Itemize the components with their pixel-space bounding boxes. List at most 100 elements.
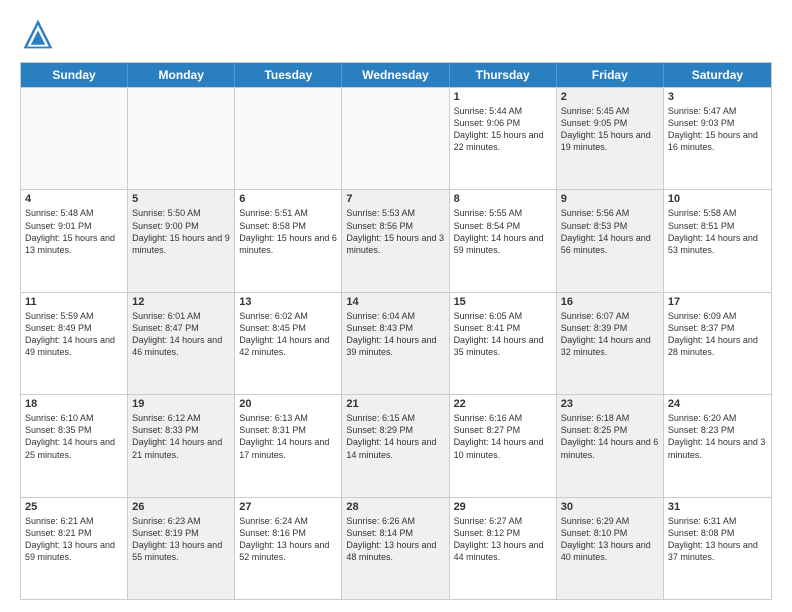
table-row: 2 Sunrise: 5:45 AM Sunset: 9:05 PM Daylig… <box>557 88 664 189</box>
table-row: 21 Sunrise: 6:15 AM Sunset: 8:29 PM Dayli… <box>342 395 449 496</box>
day-number: 4 <box>25 193 123 205</box>
table-row: 24Sunrise: 6:20 AM Sunset: 8:23 PM Dayli… <box>664 395 771 496</box>
calendar: Sunday Monday Tuesday Wednesday Thursday… <box>20 62 772 600</box>
table-row: 19 Sunrise: 6:12 AM Sunset: 8:33 PM Dayli… <box>128 395 235 496</box>
dow-monday: Monday <box>128 63 235 87</box>
cell-info: Sunrise: 6:01 AM Sunset: 8:47 PM Dayligh… <box>132 310 230 359</box>
day-number: 2 <box>561 91 659 103</box>
day-number: 29 <box>454 501 552 513</box>
day-number: 5 <box>132 193 230 205</box>
table-row: 12 Sunrise: 6:01 AM Sunset: 8:47 PM Dayli… <box>128 293 235 394</box>
table-row: 25 Sunrise: 6:21 AM Sunset: 8:21 PM Dayli… <box>21 498 128 599</box>
table-row: 1Sunrise: 5:44 AM Sunset: 9:06 PM Daylig… <box>450 88 557 189</box>
dow-friday: Friday <box>557 63 664 87</box>
table-row: 15 Sunrise: 6:05 AM Sunset: 8:41 PM Dayli… <box>450 293 557 394</box>
dow-wednesday: Wednesday <box>342 63 449 87</box>
cell-info: Sunrise: 5:55 AM Sunset: 8:54 PM Dayligh… <box>454 207 552 256</box>
cell-info: Sunrise: 5:59 AM Sunset: 8:49 PM Dayligh… <box>25 310 123 359</box>
day-number: 7 <box>346 193 444 205</box>
day-number: 17 <box>668 296 767 308</box>
day-number: 25 <box>25 501 123 513</box>
cell-info: Sunrise: 6:31 AM Sunset: 8:08 PM Dayligh… <box>668 515 767 564</box>
cell-info: Sunrise: 6:04 AM Sunset: 8:43 PM Dayligh… <box>346 310 444 359</box>
table-row: 9Sunrise: 5:56 AM Sunset: 8:53 PM Daylig… <box>557 190 664 291</box>
cell-info: Sunrise: 6:26 AM Sunset: 8:14 PM Dayligh… <box>346 515 444 564</box>
cell-info: Sunrise: 5:47 AM Sunset: 9:03 PM Dayligh… <box>668 105 767 154</box>
cell-info: Sunrise: 6:18 AM Sunset: 8:25 PM Dayligh… <box>561 412 659 461</box>
day-number: 26 <box>132 501 230 513</box>
table-row: 26Sunrise: 6:23 AM Sunset: 8:19 PM Dayli… <box>128 498 235 599</box>
day-number: 15 <box>454 296 552 308</box>
cell-info: Sunrise: 6:24 AM Sunset: 8:16 PM Dayligh… <box>239 515 337 564</box>
cell-info: Sunrise: 5:58 AM Sunset: 8:51 PM Dayligh… <box>668 207 767 256</box>
calendar-body: 1Sunrise: 5:44 AM Sunset: 9:06 PM Daylig… <box>21 87 771 599</box>
day-number: 22 <box>454 398 552 410</box>
cell-info: Sunrise: 6:09 AM Sunset: 8:37 PM Dayligh… <box>668 310 767 359</box>
table-row: 8 Sunrise: 5:55 AM Sunset: 8:54 PM Daylig… <box>450 190 557 291</box>
cell-info: Sunrise: 6:12 AM Sunset: 8:33 PM Dayligh… <box>132 412 230 461</box>
day-number: 14 <box>346 296 444 308</box>
cell-info: Sunrise: 5:44 AM Sunset: 9:06 PM Dayligh… <box>454 105 552 154</box>
calendar-header: Sunday Monday Tuesday Wednesday Thursday… <box>21 63 771 87</box>
table-row <box>128 88 235 189</box>
day-number: 30 <box>561 501 659 513</box>
table-row: 27 Sunrise: 6:24 AM Sunset: 8:16 PM Dayli… <box>235 498 342 599</box>
table-row: 30 Sunrise: 6:29 AM Sunset: 8:10 PM Dayli… <box>557 498 664 599</box>
cell-info: Sunrise: 6:21 AM Sunset: 8:21 PM Dayligh… <box>25 515 123 564</box>
cell-info: Sunrise: 6:10 AM Sunset: 8:35 PM Dayligh… <box>25 412 123 461</box>
cell-info: Sunrise: 6:05 AM Sunset: 8:41 PM Dayligh… <box>454 310 552 359</box>
day-number: 20 <box>239 398 337 410</box>
day-number: 31 <box>668 501 767 513</box>
table-row: 14 Sunrise: 6:04 AM Sunset: 8:43 PM Dayli… <box>342 293 449 394</box>
day-number: 23 <box>561 398 659 410</box>
cal-week-1: 1Sunrise: 5:44 AM Sunset: 9:06 PM Daylig… <box>21 87 771 189</box>
table-row: 13 Sunrise: 6:02 AM Sunset: 8:45 PM Dayli… <box>235 293 342 394</box>
table-row: 5 Sunrise: 5:50 AM Sunset: 9:00 PM Daylig… <box>128 190 235 291</box>
table-row: 16Sunrise: 6:07 AM Sunset: 8:39 PM Dayli… <box>557 293 664 394</box>
header <box>20 16 772 52</box>
page: Sunday Monday Tuesday Wednesday Thursday… <box>0 0 792 612</box>
table-row: 7 Sunrise: 5:53 AM Sunset: 8:56 PM Daylig… <box>342 190 449 291</box>
cell-info: Sunrise: 6:13 AM Sunset: 8:31 PM Dayligh… <box>239 412 337 461</box>
day-number: 12 <box>132 296 230 308</box>
day-number: 10 <box>668 193 767 205</box>
day-number: 13 <box>239 296 337 308</box>
day-number: 16 <box>561 296 659 308</box>
table-row: 22 Sunrise: 6:16 AM Sunset: 8:27 PM Dayli… <box>450 395 557 496</box>
table-row <box>342 88 449 189</box>
cell-info: Sunrise: 6:16 AM Sunset: 8:27 PM Dayligh… <box>454 412 552 461</box>
dow-sunday: Sunday <box>21 63 128 87</box>
day-number: 27 <box>239 501 337 513</box>
table-row <box>235 88 342 189</box>
cal-week-5: 25 Sunrise: 6:21 AM Sunset: 8:21 PM Dayli… <box>21 497 771 599</box>
table-row: 29Sunrise: 6:27 AM Sunset: 8:12 PM Dayli… <box>450 498 557 599</box>
cell-info: Sunrise: 5:48 AM Sunset: 9:01 PM Dayligh… <box>25 207 123 256</box>
table-row: 3Sunrise: 5:47 AM Sunset: 9:03 PM Daylig… <box>664 88 771 189</box>
cell-info: Sunrise: 5:56 AM Sunset: 8:53 PM Dayligh… <box>561 207 659 256</box>
dow-thursday: Thursday <box>450 63 557 87</box>
day-number: 8 <box>454 193 552 205</box>
table-row <box>21 88 128 189</box>
cell-info: Sunrise: 5:45 AM Sunset: 9:05 PM Dayligh… <box>561 105 659 154</box>
logo <box>20 16 60 52</box>
table-row: 31 Sunrise: 6:31 AM Sunset: 8:08 PM Dayli… <box>664 498 771 599</box>
day-number: 28 <box>346 501 444 513</box>
cell-info: Sunrise: 6:02 AM Sunset: 8:45 PM Dayligh… <box>239 310 337 359</box>
cell-info: Sunrise: 5:53 AM Sunset: 8:56 PM Dayligh… <box>346 207 444 256</box>
table-row: 17 Sunrise: 6:09 AM Sunset: 8:37 PM Dayli… <box>664 293 771 394</box>
table-row: 6 Sunrise: 5:51 AM Sunset: 8:58 PM Daylig… <box>235 190 342 291</box>
cal-week-3: 11 Sunrise: 5:59 AM Sunset: 8:49 PM Dayli… <box>21 292 771 394</box>
cell-info: Sunrise: 6:15 AM Sunset: 8:29 PM Dayligh… <box>346 412 444 461</box>
day-number: 11 <box>25 296 123 308</box>
cal-week-2: 4 Sunrise: 5:48 AM Sunset: 9:01 PM Daylig… <box>21 189 771 291</box>
day-number: 6 <box>239 193 337 205</box>
cell-info: Sunrise: 6:20 AM Sunset: 8:23 PM Dayligh… <box>668 412 767 461</box>
cell-info: Sunrise: 5:50 AM Sunset: 9:00 PM Dayligh… <box>132 207 230 256</box>
table-row: 4 Sunrise: 5:48 AM Sunset: 9:01 PM Daylig… <box>21 190 128 291</box>
day-number: 21 <box>346 398 444 410</box>
table-row: 10 Sunrise: 5:58 AM Sunset: 8:51 PM Dayli… <box>664 190 771 291</box>
cell-info: Sunrise: 6:29 AM Sunset: 8:10 PM Dayligh… <box>561 515 659 564</box>
cell-info: Sunrise: 5:51 AM Sunset: 8:58 PM Dayligh… <box>239 207 337 256</box>
day-number: 19 <box>132 398 230 410</box>
logo-icon <box>20 16 56 52</box>
